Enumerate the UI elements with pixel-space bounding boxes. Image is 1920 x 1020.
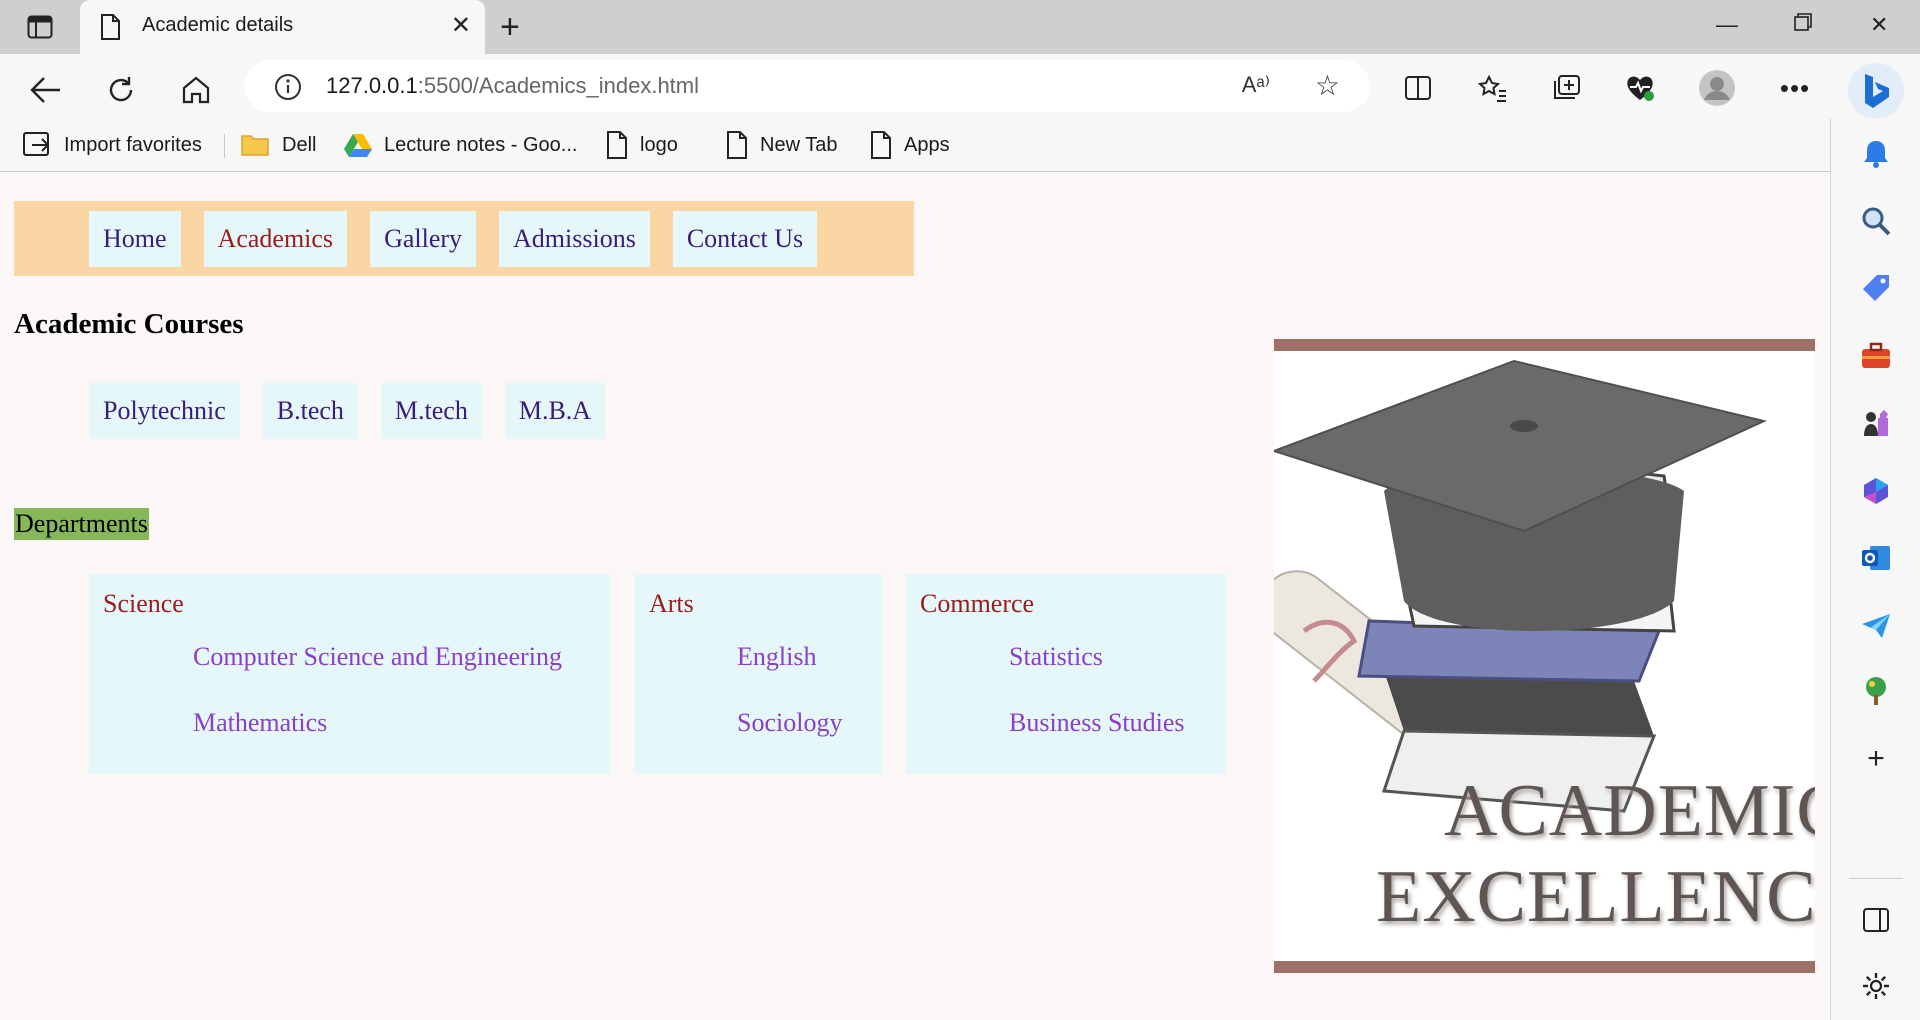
promo-line-excellence: EXCELLENCE bbox=[1376, 856, 1815, 938]
page-title: Academic Courses bbox=[14, 308, 244, 340]
department-title[interactable]: Commerce bbox=[920, 589, 1034, 619]
settings-gear-icon[interactable] bbox=[1858, 968, 1894, 1004]
restore-icon[interactable] bbox=[1793, 12, 1813, 38]
course-polytechnic[interactable]: Polytechnic bbox=[89, 383, 240, 439]
favorite-label: Apps bbox=[904, 133, 950, 156]
favorite-import-favorites[interactable]: Import favorites bbox=[22, 130, 202, 160]
bing-copilot-button[interactable] bbox=[1848, 63, 1904, 119]
send-drop-icon[interactable] bbox=[1858, 608, 1894, 644]
page-icon bbox=[727, 131, 747, 159]
department-title[interactable]: Arts bbox=[649, 589, 694, 619]
subject-sociology[interactable]: Sociology bbox=[737, 708, 842, 738]
outlook-icon[interactable] bbox=[1858, 540, 1894, 576]
info-icon[interactable] bbox=[274, 73, 302, 106]
back-button[interactable] bbox=[24, 68, 68, 112]
collections-icon[interactable] bbox=[1546, 68, 1586, 108]
nav-contact-us[interactable]: Contact Us bbox=[672, 210, 818, 267]
favorites-bar: Import favorites Dell Lecture notes - Go… bbox=[0, 122, 1830, 168]
notifications-bell-icon[interactable] bbox=[1858, 136, 1894, 172]
favorites-icon[interactable] bbox=[1472, 68, 1512, 108]
favorite-label: Import favorites bbox=[64, 133, 202, 156]
favorite-star-icon[interactable]: ☆ bbox=[1315, 69, 1340, 102]
import-favorites-icon bbox=[23, 132, 50, 156]
favorite-label: logo bbox=[640, 133, 678, 156]
academic-excellence-image: ACADEMIC EXCELLENCE bbox=[1274, 339, 1815, 973]
favorite-logo[interactable]: logo bbox=[606, 130, 678, 160]
subject-english[interactable]: English bbox=[737, 642, 816, 672]
favorites-divider bbox=[224, 134, 225, 158]
department-commerce: Commerce Statistics Business Studies bbox=[906, 574, 1226, 774]
new-tab-button[interactable]: + bbox=[500, 10, 520, 44]
address-url[interactable]: 127.0.0.1:5500/Academics_index.html bbox=[326, 73, 699, 99]
department-title[interactable]: Science bbox=[103, 589, 184, 619]
close-icon[interactable]: ✕ bbox=[451, 13, 471, 39]
subject-computer-science[interactable]: Computer Science and Engineering bbox=[193, 642, 562, 672]
add-sidebar-app-icon[interactable]: + bbox=[1858, 741, 1894, 777]
favorite-apps[interactable]: Apps bbox=[870, 130, 950, 160]
sidebar-divider bbox=[1849, 878, 1903, 879]
google-drive-icon bbox=[344, 134, 372, 157]
address-bar[interactable]: 127.0.0.1:5500/Academics_index.html Aᵃ⁾ … bbox=[244, 60, 1370, 112]
page-icon bbox=[607, 131, 627, 159]
department-science: Science Computer Science and Engineering… bbox=[89, 574, 610, 774]
nav-academics[interactable]: Academics bbox=[203, 210, 348, 267]
favorite-new-tab[interactable]: New Tab bbox=[726, 130, 837, 160]
home-button[interactable] bbox=[174, 68, 218, 112]
promo-line-academic: ACADEMIC bbox=[1444, 770, 1815, 852]
search-icon[interactable] bbox=[1858, 203, 1894, 239]
departments-label: Departments bbox=[14, 508, 149, 540]
microsoft-365-icon[interactable] bbox=[1858, 473, 1894, 509]
window-close-icon[interactable]: ✕ bbox=[1870, 12, 1888, 38]
shopping-tag-icon[interactable] bbox=[1858, 270, 1894, 306]
folder-icon bbox=[241, 135, 269, 156]
split-screen-icon[interactable] bbox=[1398, 68, 1438, 108]
tab-academic-details[interactable]: Academic details ✕ bbox=[80, 0, 485, 54]
browser-toolbar: 127.0.0.1:5500/Academics_index.html Aᵃ⁾ … bbox=[0, 54, 1920, 172]
more-options-icon[interactable]: ••• bbox=[1775, 68, 1815, 108]
games-chess-icon[interactable] bbox=[1858, 406, 1894, 442]
course-mtech[interactable]: M.tech bbox=[380, 383, 482, 439]
nav-admissions[interactable]: Admissions bbox=[499, 210, 650, 267]
favorite-label: New Tab bbox=[760, 133, 838, 156]
course-btech[interactable]: B.tech bbox=[262, 383, 358, 439]
nav-home[interactable]: Home bbox=[89, 210, 181, 267]
favorite-lecture-notes[interactable]: Lecture notes - Goo... bbox=[344, 130, 577, 160]
tab-title: Academic details bbox=[142, 14, 294, 36]
tab-actions-icon[interactable] bbox=[25, 14, 55, 40]
subject-business-studies[interactable]: Business Studies bbox=[1009, 708, 1185, 738]
read-aloud-icon[interactable]: Aᵃ⁾ bbox=[1242, 72, 1270, 98]
edge-sidebar: + bbox=[1830, 118, 1920, 1020]
course-list: Polytechnic B.tech M.tech M.B.A bbox=[89, 383, 606, 439]
address-path: :5500/Academics_index.html bbox=[417, 73, 700, 98]
page-icon bbox=[100, 14, 120, 45]
minimize-icon[interactable]: — bbox=[1716, 12, 1738, 38]
browser-titlebar: Academic details ✕ + — ✕ bbox=[0, 0, 1920, 54]
profile-avatar[interactable] bbox=[1697, 68, 1737, 108]
subject-statistics[interactable]: Statistics bbox=[1009, 642, 1103, 672]
department-arts: Arts English Sociology bbox=[635, 574, 882, 774]
favorite-label: Dell bbox=[282, 133, 317, 156]
browser-essentials-icon[interactable] bbox=[1620, 68, 1660, 108]
favorite-dell[interactable]: Dell bbox=[240, 130, 316, 160]
favorite-label: Lecture notes - Goo... bbox=[384, 133, 578, 156]
page-icon bbox=[871, 131, 891, 159]
refresh-button[interactable] bbox=[99, 68, 143, 112]
course-mba[interactable]: M.B.A bbox=[504, 383, 606, 439]
tools-briefcase-icon[interactable] bbox=[1858, 338, 1894, 374]
address-host: 127.0.0.1 bbox=[326, 73, 418, 98]
site-navbar: Home Academics Gallery Admissions Contac… bbox=[14, 201, 914, 276]
nav-gallery[interactable]: Gallery bbox=[370, 210, 477, 267]
page-content: Home Academics Gallery Admissions Contac… bbox=[0, 173, 1830, 1020]
sidebar-toggle-icon[interactable] bbox=[1858, 902, 1894, 938]
tree-icon[interactable] bbox=[1858, 673, 1894, 709]
subject-mathematics[interactable]: Mathematics bbox=[193, 708, 327, 738]
